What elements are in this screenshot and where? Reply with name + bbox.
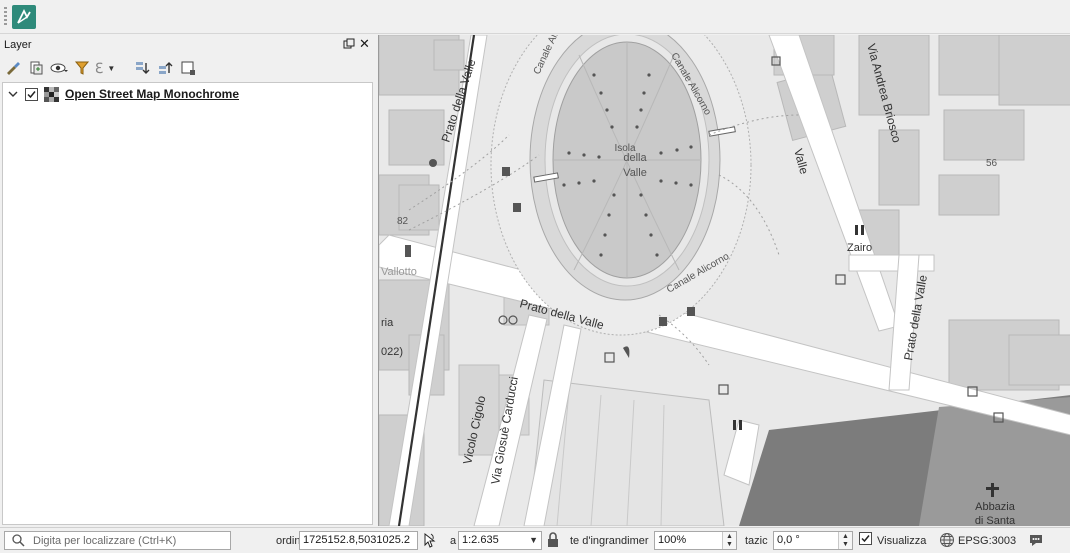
layer-panel-toolbar: ℇ ▼: [0, 57, 376, 81]
rotation-spinbox[interactable]: 0,0 ° ▲ ▼: [773, 531, 853, 550]
rotation-value: 0,0 °: [777, 534, 800, 546]
spin-arrows-icon[interactable]: ▲ ▼: [838, 532, 852, 549]
mouse-coordinates-icon[interactable]: [421, 532, 437, 548]
map-label-di-santa: di Santa: [975, 515, 1016, 526]
add-group-icon[interactable]: [27, 59, 45, 77]
layer-panel-title: Layer: [4, 39, 32, 51]
rotation-label: tazic: [745, 535, 768, 547]
map-label-ria: ria: [381, 317, 394, 329]
remove-layer-icon[interactable]: [179, 59, 197, 77]
chevron-down-icon[interactable]: [7, 88, 19, 100]
layer-panel-header: Layer ✕: [0, 35, 376, 55]
layer-visibility-checkbox[interactable]: [25, 88, 38, 101]
map-label-num56: 56: [986, 158, 998, 169]
scale-label: a: [450, 535, 457, 547]
style-brush-icon[interactable]: [4, 59, 22, 77]
close-icon[interactable]: ✕: [359, 36, 370, 52]
float-panel-icon[interactable]: [343, 38, 355, 50]
map-label-year: 022): [381, 346, 403, 358]
spin-arrows-icon[interactable]: ▲ ▼: [722, 532, 736, 549]
coordinate-value: 1725152.8,5031025.2: [303, 534, 411, 546]
locator-search-input[interactable]: Digita per localizzare (Ctrl+K): [4, 531, 231, 550]
layer-panel: Layer ✕ ℇ ▼ Open Street Map Monochrome: [0, 35, 376, 526]
map-label-vallotto: Vallotto: [381, 266, 417, 278]
map-canvas[interactable]: Isola della Valle Canale Alicorno Canale…: [378, 35, 1070, 526]
map-label-num82: 82: [397, 216, 409, 227]
globe-icon[interactable]: [939, 532, 955, 548]
layer-tree[interactable]: Open Street Map Monochrome: [2, 82, 373, 525]
messages-icon[interactable]: [1028, 532, 1044, 548]
map-label-della: della: [623, 152, 647, 164]
lock-icon[interactable]: [546, 532, 562, 548]
render-checkbox[interactable]: [859, 532, 872, 545]
toolbar-grip[interactable]: [4, 7, 7, 27]
chevron-down-icon[interactable]: ▼: [529, 535, 538, 545]
chevron-down-icon[interactable]: ▼: [107, 64, 115, 73]
main-toolbar: [0, 0, 1070, 34]
magnifier-label: te d'ingrandimer: [570, 535, 649, 547]
search-icon: [12, 534, 25, 550]
status-bar: Digita per localizzare (Ctrl+K) ordin: 1…: [0, 527, 1070, 553]
visibility-icon[interactable]: [50, 59, 68, 77]
layer-name[interactable]: Open Street Map Monochrome: [65, 87, 239, 101]
raster-layer-icon: [44, 87, 59, 102]
scale-combobox[interactable]: 1:2.635 ▼: [458, 531, 542, 550]
layer-row[interactable]: Open Street Map Monochrome: [3, 87, 363, 103]
expression-filter-icon[interactable]: ℇ ▼: [94, 59, 116, 77]
filter-icon[interactable]: [73, 59, 91, 77]
map-label-abbazia: Abbazia: [975, 501, 1016, 513]
expand-all-icon[interactable]: [133, 59, 151, 77]
magnifier-spinbox[interactable]: 100% ▲ ▼: [654, 531, 737, 550]
coordinate-field[interactable]: 1725152.8,5031025.2: [299, 531, 418, 550]
georeferencer-icon[interactable]: [12, 5, 36, 29]
crs-label[interactable]: EPSG:3003: [958, 535, 1016, 547]
render-label: Visualizza: [877, 535, 927, 547]
magnifier-value: 100%: [658, 534, 687, 546]
scale-value: 1:2.635: [462, 534, 499, 546]
expression-glyph: ℇ: [94, 59, 104, 76]
map-label-zairo: Zairo: [847, 242, 872, 254]
locator-placeholder: Digita per localizzare (Ctrl+K): [33, 535, 177, 547]
collapse-all-icon[interactable]: [156, 59, 174, 77]
map-label-valle: Valle: [623, 167, 647, 179]
